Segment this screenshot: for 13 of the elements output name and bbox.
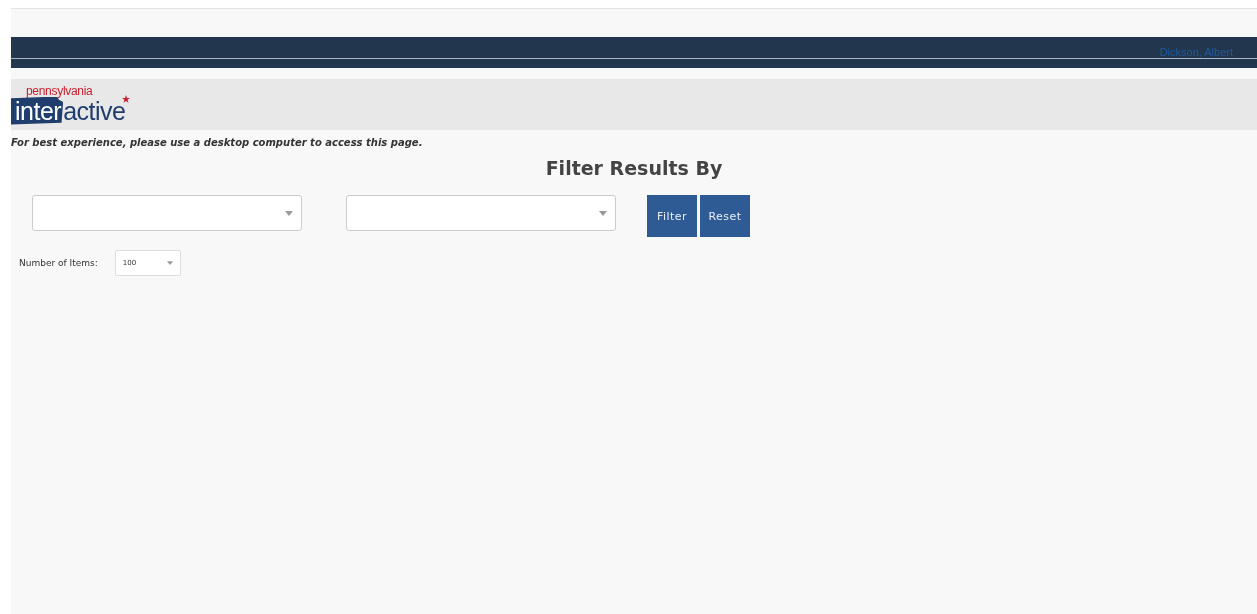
filter-button[interactable]: Reset bbox=[700, 195, 750, 237]
filter-button[interactable]: Filter bbox=[647, 195, 697, 237]
filter-title: Filter Results By bbox=[544, 157, 724, 179]
filter-dropdown[interactable] bbox=[32, 195, 302, 231]
logo-text: active bbox=[63, 96, 126, 126]
notice-text: For best experience, please use a desktop computer to access this page. bbox=[11, 137, 424, 148]
items-label: Number of Items: bbox=[19, 258, 98, 268]
logo-state-text: pennsylvania bbox=[26, 84, 94, 97]
filter-dropdown[interactable] bbox=[346, 195, 616, 231]
caret-icon bbox=[166, 261, 173, 265]
star-icon bbox=[122, 94, 130, 103]
caret-icon bbox=[285, 210, 293, 216]
caret-icon bbox=[599, 210, 607, 216]
